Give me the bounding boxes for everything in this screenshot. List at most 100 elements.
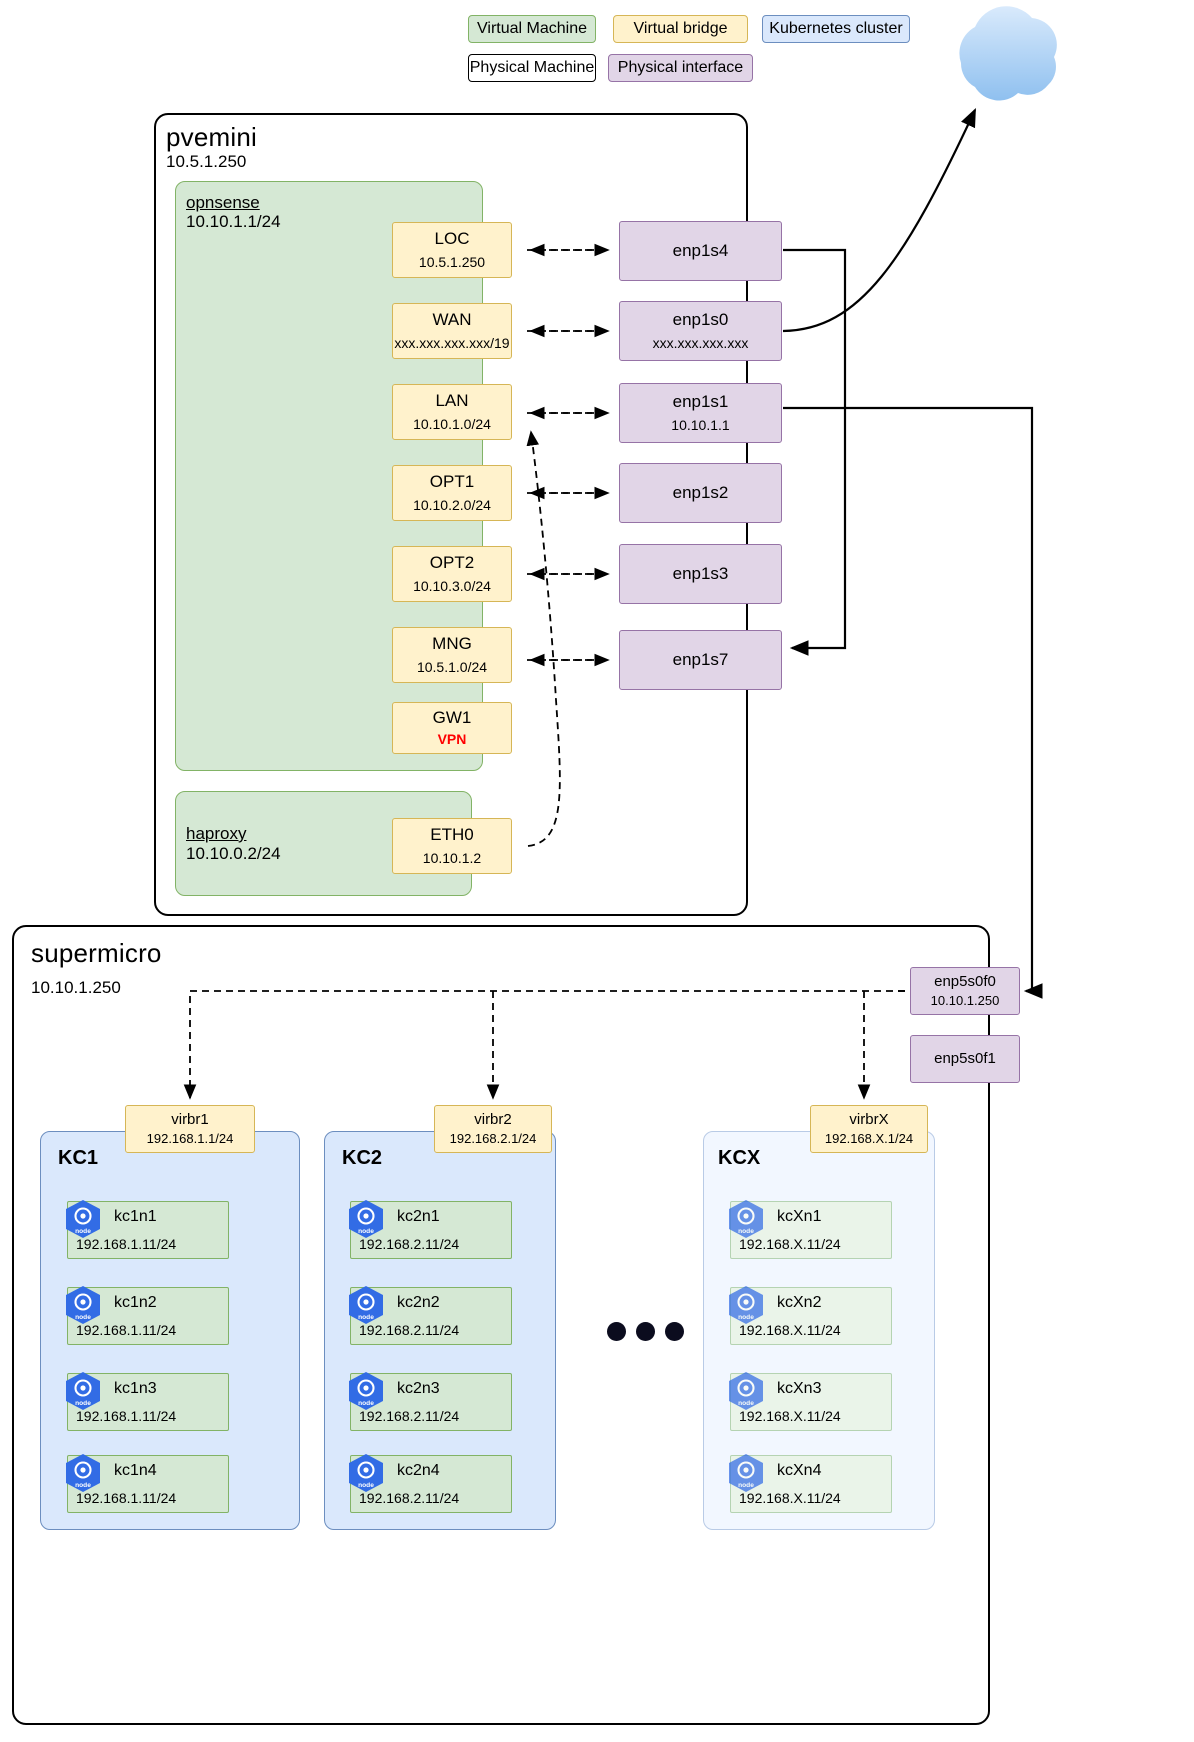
interface-enp1s7[interactable]: enp1s7 <box>619 630 782 690</box>
node-name: kcXn3 <box>777 1380 822 1397</box>
node-ip: 192.168.X.11/24 <box>739 1236 841 1252</box>
bridge-eth0[interactable]: ETH0 10.10.1.2 <box>392 818 512 874</box>
interface-name: enp1s2 <box>672 483 729 503</box>
bridge-mng[interactable]: MNG 10.5.1.0/24 <box>392 627 512 683</box>
node-ip: 192.168.2.11/24 <box>359 1322 460 1338</box>
bridge-ip: 10.10.1.2 <box>422 849 482 866</box>
bridge-name: WAN <box>432 310 472 330</box>
bridge-virbr1[interactable]: virbr1 192.168.1.1/24 <box>125 1105 255 1153</box>
legend-label: Kubernetes cluster <box>769 20 903 37</box>
node-name: kc2n1 <box>397 1208 440 1225</box>
bridge-wan[interactable]: WAN xxx.xxx.xxx.xxx/19 <box>392 303 512 359</box>
node-name: kcXn1 <box>777 1208 822 1225</box>
bridge-opt2[interactable]: OPT2 10.10.3.0/24 <box>392 546 512 602</box>
bridge-virbr2[interactable]: virbr2 192.168.2.1/24 <box>434 1105 552 1153</box>
cluster-ellipsis <box>607 1322 684 1341</box>
link-enp1s4-enp1s7 <box>783 248 847 656</box>
node-ip: 192.168.1.11/24 <box>76 1322 177 1338</box>
kc1-label: KC1 <box>58 1147 99 1169</box>
ellipsis-dot <box>665 1322 684 1341</box>
bridge-name: LOC <box>434 229 470 249</box>
kcx-label: KCX <box>718 1147 761 1169</box>
legend-label: Physical Machine <box>469 59 595 76</box>
ellipsis-dot <box>636 1322 655 1341</box>
haproxy-name: haproxy <box>186 824 247 843</box>
legend-label: Physical interface <box>617 59 744 76</box>
interface-enp1s1[interactable]: enp1s1 10.10.1.1 <box>619 383 782 443</box>
k8s-node-kc1n4[interactable]: kc1n4 192.168.1.11/24 <box>67 1455 229 1513</box>
bridge-loc[interactable]: LOC 10.5.1.250 <box>392 222 512 278</box>
node-name: kcXn2 <box>777 1294 822 1311</box>
interface-enp1s0[interactable]: enp1s0 xxx.xxx.xxx.xxx <box>619 301 782 361</box>
bridge-vpn-tag: VPN <box>437 731 467 748</box>
node-ip: 192.168.X.11/24 <box>739 1490 841 1506</box>
k8s-node-kcxn4[interactable]: kcXn4 192.168.X.11/24 <box>730 1455 892 1513</box>
node-ip: 192.168.1.11/24 <box>76 1408 177 1424</box>
bridge-ip: 10.5.1.0/24 <box>416 658 488 675</box>
k8s-node-kc2n2[interactable]: kc2n2 192.168.2.11/24 <box>350 1287 512 1345</box>
bridge-name: ETH0 <box>430 825 474 845</box>
node-name: kc1n2 <box>114 1294 157 1311</box>
bridge-name: OPT1 <box>429 472 475 492</box>
node-name: kc2n3 <box>397 1380 440 1397</box>
interface-ip: 10.10.1.1 <box>671 416 730 433</box>
node-ip: 192.168.1.11/24 <box>76 1490 177 1506</box>
bridge-ip: 192.168.2.1/24 <box>449 1131 537 1147</box>
k8s-node-kc1n3[interactable]: kc1n3 192.168.1.11/24 <box>67 1373 229 1431</box>
node-ip: 192.168.X.11/24 <box>739 1322 841 1338</box>
k8s-node-kc2n3[interactable]: kc2n3 192.168.2.11/24 <box>350 1373 512 1431</box>
interface-ip: xxx.xxx.xxx.xxx <box>652 334 749 351</box>
bridge-ip: 192.168.1.1/24 <box>146 1131 234 1147</box>
node-name: kcXn4 <box>777 1462 822 1479</box>
bridge-ip: xxx.xxx.xxx.xxx/19 <box>394 334 510 351</box>
opnsense-ip: 10.10.1.1/24 <box>186 212 281 231</box>
interface-enp1s3[interactable]: enp1s3 <box>619 544 782 604</box>
diagram-canvas: Virtual Machine Virtual bridge Kubernete… <box>0 0 1194 1742</box>
bridge-virbrx[interactable]: virbrX 192.168.X.1/24 <box>810 1105 928 1153</box>
legend-kubernetes-cluster: Kubernetes cluster <box>762 15 910 43</box>
legend-label: Virtual Machine <box>477 20 587 37</box>
node-name: kc1n3 <box>114 1380 157 1397</box>
legend-physical-machine: Physical Machine <box>468 54 596 82</box>
bridge-lan[interactable]: LAN 10.10.1.0/24 <box>392 384 512 440</box>
bridge-name: GW1 <box>432 707 472 727</box>
bridge-name: virbr2 <box>474 1111 512 1129</box>
k8s-node-kc1n1[interactable]: kc1n1 192.168.1.11/24 <box>67 1201 229 1259</box>
bridge-name: MNG <box>432 634 472 654</box>
pvemini-ip: 10.5.1.250 <box>166 152 247 171</box>
pvemini-title: pvemini <box>166 122 257 152</box>
cloud-icon <box>959 6 1057 101</box>
bridge-ip: 10.5.1.250 <box>418 253 486 270</box>
interface-enp5s0f1[interactable]: enp5s0f1 <box>910 1035 1020 1083</box>
interface-name: enp1s4 <box>672 241 729 261</box>
link-enp1s0-internet <box>782 108 976 333</box>
bridge-ip: 10.10.1.0/24 <box>413 415 491 432</box>
interface-name: enp1s1 <box>672 392 729 412</box>
k8s-node-kc2n1[interactable]: kc2n1 192.168.2.11/24 <box>350 1201 512 1259</box>
bridge-ip: 10.10.3.0/24 <box>413 577 491 594</box>
interface-enp1s4[interactable]: enp1s4 <box>619 221 782 281</box>
bridge-opt1[interactable]: OPT1 10.10.2.0/24 <box>392 465 512 521</box>
node-ip: 192.168.2.11/24 <box>359 1408 460 1424</box>
interface-name: enp1s7 <box>672 650 729 670</box>
haproxy-ip: 10.10.0.2/24 <box>186 844 281 863</box>
bridge-name: virbrX <box>849 1111 889 1129</box>
node-ip: 192.168.X.11/24 <box>739 1408 841 1424</box>
interface-name: enp5s0f1 <box>934 1050 996 1068</box>
k8s-node-kc2n4[interactable]: kc2n4 192.168.2.11/24 <box>350 1455 512 1513</box>
k8s-node-kcxn1[interactable]: kcXn1 192.168.X.11/24 <box>730 1201 892 1259</box>
node-name: kc1n1 <box>114 1208 157 1225</box>
bridge-name: LAN <box>435 391 469 411</box>
bridge-gw1[interactable]: GW1 VPN <box>392 702 512 754</box>
opnsense-name: opnsense <box>186 193 260 212</box>
bridge-ip: 10.10.2.0/24 <box>413 496 491 513</box>
k8s-node-kcxn2[interactable]: kcXn2 192.168.X.11/24 <box>730 1287 892 1345</box>
interface-enp1s2[interactable]: enp1s2 <box>619 463 782 523</box>
link-enp1s1-enp5s0f0 <box>783 406 1043 999</box>
k8s-node-kc1n2[interactable]: kc1n2 192.168.1.11/24 <box>67 1287 229 1345</box>
legend-virtual-bridge: Virtual bridge <box>613 15 748 43</box>
k8s-node-kcxn3[interactable]: kcXn3 192.168.X.11/24 <box>730 1373 892 1431</box>
kc2-label: KC2 <box>342 1147 383 1169</box>
supermicro-title: supermicro <box>31 938 162 968</box>
interface-enp5s0f0[interactable]: enp5s0f0 10.10.1.250 <box>910 967 1020 1015</box>
